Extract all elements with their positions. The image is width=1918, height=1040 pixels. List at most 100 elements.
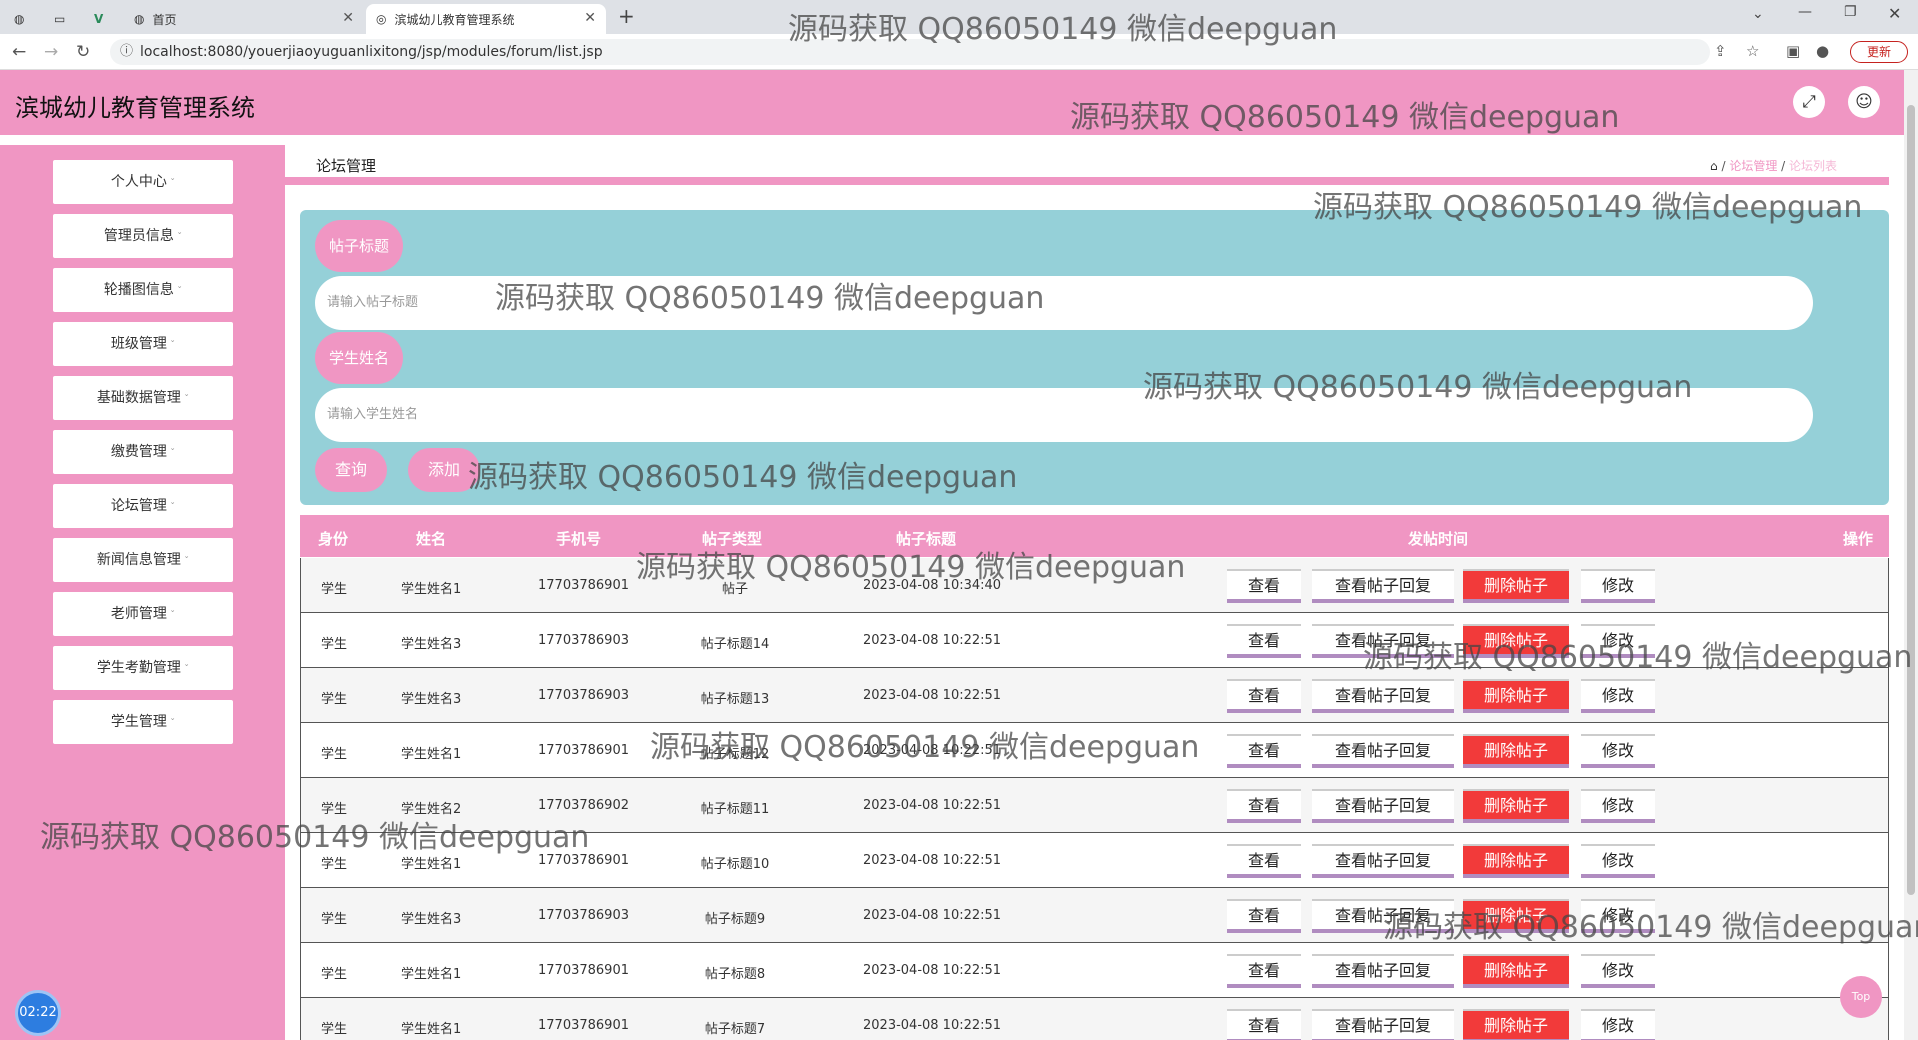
edit-button[interactable]: 修改 [1581,899,1655,933]
col-actions: 操作 [1843,530,1874,548]
delete-button[interactable]: 删除帖子 [1463,844,1569,878]
view-replies-button[interactable]: 查看帖子回复 [1312,679,1454,713]
tab-list-icon[interactable]: ⌄ [1752,6,1764,22]
sidebar-item[interactable]: 基础数据管理 ˇ [53,376,233,420]
delete-button[interactable]: 删除帖子 [1463,734,1569,768]
delete-button[interactable]: 删除帖子 [1463,789,1569,823]
view-replies-button[interactable]: 查看帖子回复 [1312,1009,1454,1040]
user-icon[interactable]: ☺ [1848,86,1880,118]
browser-tab-active[interactable]: ◎ 滨城幼儿教育管理系统 ✕ [366,4,606,34]
view-button[interactable]: 查看 [1227,1009,1301,1040]
cell-name: 学生姓名2 [401,802,462,817]
close-icon[interactable]: ✕ [342,10,354,26]
cell-title: 帖子标题9 [704,912,766,927]
view-replies-button[interactable]: 查看帖子回复 [1312,954,1454,988]
sidebar-item[interactable]: 新闻信息管理 ˇ [53,538,233,582]
delete-button[interactable]: 删除帖子 [1463,954,1569,988]
caret-down-icon: ˇ [180,394,190,405]
sidebar-item[interactable]: 管理员信息 ˇ [53,214,233,258]
delete-button[interactable]: 删除帖子 [1463,624,1569,658]
caret-down-icon: ˇ [166,448,176,459]
delete-button[interactable]: 删除帖子 [1463,1009,1569,1040]
cell-name: 学生姓名1 [401,582,462,597]
sidebar-item[interactable]: 论坛管理 ˇ [53,484,233,528]
cell-phone: 17703786901 [538,853,629,868]
share-icon[interactable]: ⇪ [1714,42,1727,60]
bookmark-star-icon[interactable]: ☆ [1746,42,1759,60]
delete-button[interactable]: 删除帖子 [1463,899,1569,933]
search-panel [300,210,1889,505]
sidebar-item-label: 缴费管理 [110,444,167,460]
view-replies-button[interactable]: 查看帖子回复 [1312,844,1454,878]
edit-button[interactable]: 修改 [1581,789,1655,823]
edit-button[interactable]: 修改 [1581,569,1655,603]
update-button[interactable]: 更新 [1850,41,1908,63]
name-search-input[interactable]: 请输入学生姓名 [315,388,1813,442]
view-button[interactable]: 查看 [1227,679,1301,713]
sidebar-item[interactable]: 缴费管理 ˇ [53,430,233,474]
info-icon[interactable]: ⓘ [120,39,133,65]
cell-time: 2023-04-08 10:34:40 [863,578,1002,593]
view-replies-button[interactable]: 查看帖子回复 [1312,789,1454,823]
cell-role: 学生 [321,747,348,762]
query-button[interactable]: 查询 [315,448,387,492]
back-to-top-button[interactable]: Top [1840,976,1882,1018]
sidebar-item[interactable]: 老师管理 ˇ [53,592,233,636]
close-icon[interactable]: ✕ [584,10,596,26]
edit-button[interactable]: 修改 [1581,679,1655,713]
view-replies-button[interactable]: 查看帖子回复 [1312,624,1454,658]
cell-time: 2023-04-08 10:22:51 [863,1018,1002,1033]
browser-tab-2[interactable]: ▭ [44,4,80,34]
sidebar-item[interactable]: 学生考勤管理 ˇ [53,646,233,690]
view-replies-button[interactable]: 查看帖子回复 [1312,899,1454,933]
sidepanel-icon[interactable]: ▣ [1786,42,1800,60]
view-button[interactable]: 查看 [1227,954,1301,988]
cell-phone: 17703786903 [538,688,629,703]
browser-tab-home[interactable]: ◍ 首页 ✕ [124,4,364,34]
view-button[interactable]: 查看 [1227,899,1301,933]
reload-icon[interactable]: ↻ [76,42,90,62]
view-replies-button[interactable]: 查看帖子回复 [1312,734,1454,768]
edit-button[interactable]: 修改 [1581,1009,1655,1040]
delete-button[interactable]: 删除帖子 [1463,679,1569,713]
sidebar-item[interactable]: 学生管理 ˇ [53,700,233,744]
browser-tab-1[interactable]: ◍ [4,4,40,34]
view-replies-button[interactable]: 查看帖子回复 [1312,569,1454,603]
minimize-icon[interactable]: — [1798,4,1812,20]
edit-button[interactable]: 修改 [1581,844,1655,878]
caret-down-icon: ˇ [180,664,190,675]
restore-icon[interactable]: ❐ [1844,4,1857,20]
window-close-icon[interactable]: ✕ [1888,4,1901,23]
sidebar-item[interactable]: 班级管理 ˇ [53,322,233,366]
add-button[interactable]: 添加 [408,448,480,492]
view-button[interactable]: 查看 [1227,734,1301,768]
caret-down-icon: ˇ [166,610,176,621]
cell-time: 2023-04-08 10:22:51 [863,633,1002,648]
url-field[interactable]: ⓘ localhost:8080/youerjiaoyuguanlixitong… [110,39,1710,65]
home-icon[interactable]: ⌂ [1710,159,1718,173]
sidebar-item[interactable]: 轮播图信息 ˇ [53,268,233,312]
edit-button[interactable]: 修改 [1581,734,1655,768]
view-button[interactable]: 查看 [1227,844,1301,878]
caret-down-icon: ˇ [166,340,176,351]
profile-icon[interactable]: ● [1816,42,1829,60]
fullscreen-icon[interactable]: ⤢ [1793,86,1825,118]
globe-icon: ◍ [134,12,145,26]
browser-tab-3[interactable]: V [84,4,120,34]
edit-button[interactable]: 修改 [1581,954,1655,988]
delete-button[interactable]: 删除帖子 [1463,569,1569,603]
cell-phone: 17703786901 [538,963,629,978]
title-search-input[interactable]: 请输入帖子标题 [315,276,1813,330]
new-tab-button[interactable]: + [618,4,635,28]
scrollbar-thumb[interactable] [1907,105,1915,895]
cell-name: 学生姓名3 [401,637,462,652]
breadcrumb-forum[interactable]: 论坛管理 [1729,159,1777,173]
edit-button[interactable]: 修改 [1581,624,1655,658]
view-button[interactable]: 查看 [1227,624,1301,658]
col-time: 发帖时间 [1408,530,1469,548]
forward-icon[interactable]: → [44,42,58,62]
view-button[interactable]: 查看 [1227,569,1301,603]
sidebar-item[interactable]: 个人中心 ˇ [53,160,233,204]
back-icon[interactable]: ← [12,42,26,62]
view-button[interactable]: 查看 [1227,789,1301,823]
